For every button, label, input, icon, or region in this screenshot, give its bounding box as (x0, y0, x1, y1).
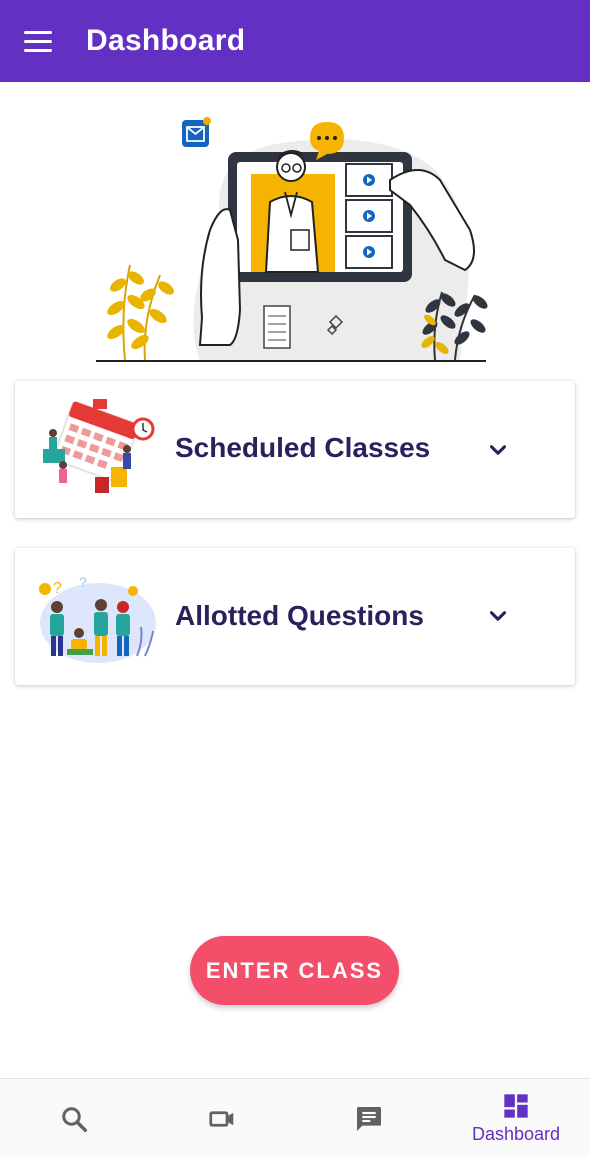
svg-text:?: ? (79, 574, 87, 590)
allotted-questions-card[interactable]: ? ? Allotted Questions (15, 548, 575, 685)
video-camera-icon (209, 1110, 234, 1127)
allotted-questions-title: Allotted Questions (175, 600, 424, 631)
bottom-navigation: Dashboard (0, 1078, 590, 1157)
nav-label-dashboard: Dashboard (471, 1124, 561, 1144)
nav-item-search[interactable] (0, 1079, 148, 1157)
online-teacher-illustration (96, 117, 488, 362)
svg-text:?: ? (53, 580, 62, 597)
nav-item-chat[interactable] (295, 1079, 443, 1157)
chevron-down-icon[interactable] (485, 437, 511, 463)
nav-item-dashboard[interactable]: Dashboard (442, 1079, 590, 1157)
enter-class-button[interactable]: ENTER CLASS (190, 936, 399, 1005)
app-bar: Dashboard (0, 0, 590, 82)
chevron-down-icon[interactable] (485, 603, 511, 629)
page-title: Dashboard (86, 24, 246, 57)
nav-item-video[interactable] (148, 1079, 296, 1157)
calendar-illustration (43, 399, 155, 493)
scheduled-classes-card[interactable]: Scheduled Classes (15, 381, 575, 518)
dashboard-icon (504, 1094, 528, 1118)
menu-icon[interactable] (24, 26, 58, 56)
students-questions-illustration: ? ? (39, 574, 156, 663)
scheduled-classes-title: Scheduled Classes (175, 432, 431, 463)
search-icon (62, 1106, 87, 1132)
chat-icon (357, 1106, 381, 1131)
